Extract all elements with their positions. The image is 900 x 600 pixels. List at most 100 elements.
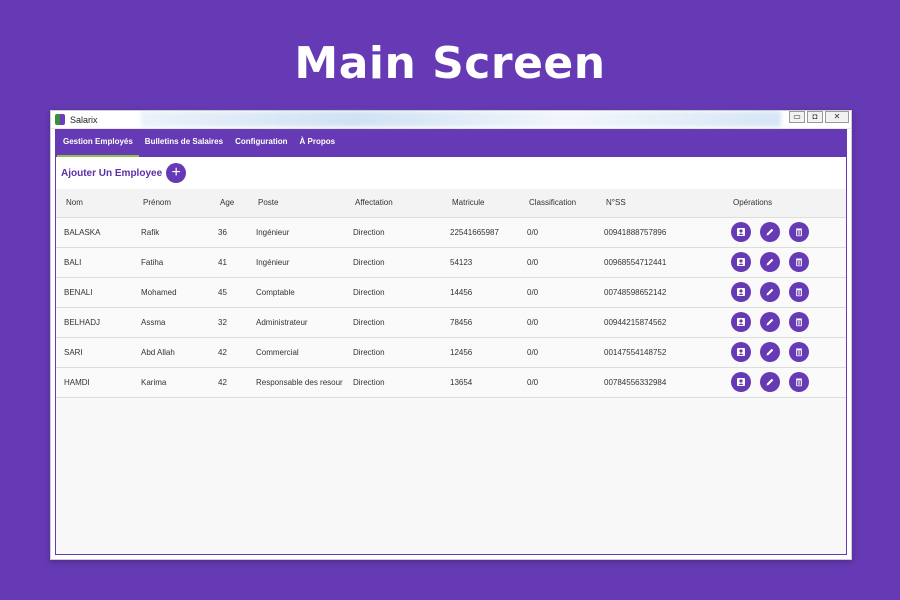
cell-matricule: 14456 — [442, 277, 519, 308]
delete-button[interactable] — [789, 222, 809, 242]
cell-nom: HAMDI — [56, 367, 133, 398]
cell-classification: 0/0 — [519, 247, 596, 278]
cell-prenom: Mohamed — [133, 277, 210, 308]
cell-prenom: Rafik — [133, 217, 210, 248]
cell-nom: BALASKA — [56, 217, 133, 248]
cell-poste: Commercial — [248, 337, 345, 368]
cell-poste: Responsable des resour — [248, 367, 345, 398]
cell-classification: 0/0 — [519, 337, 596, 368]
cell-matricule: 78456 — [442, 307, 519, 338]
column-header-poste[interactable]: Poste — [248, 189, 345, 218]
cell-nss: 00941888757896 — [596, 217, 723, 248]
cell-operations — [723, 277, 846, 308]
cell-affectation: Direction — [345, 337, 442, 368]
table-row[interactable]: BALI Fatiha 41 Ingénieur Direction 54123… — [56, 247, 846, 278]
profile-icon — [737, 258, 745, 266]
edit-icon — [766, 378, 774, 386]
cell-nom: BENALI — [56, 277, 133, 308]
cell-matricule: 54123 — [442, 247, 519, 278]
table-row[interactable]: SARI Abd Allah 42 Commercial Direction 1… — [56, 337, 846, 368]
delete-button[interactable] — [789, 282, 809, 302]
cell-classification: 0/0 — [519, 277, 596, 308]
edit-button[interactable] — [760, 252, 780, 272]
restore-button[interactable]: ◘ — [807, 111, 823, 123]
profile-icon — [737, 288, 745, 296]
view-profile-button[interactable] — [731, 282, 751, 302]
tab-gestion-employes[interactable]: Gestion Employés — [57, 129, 139, 157]
tab-configuration[interactable]: Configuration — [229, 129, 293, 157]
cell-nom: BALI — [56, 247, 133, 278]
view-profile-button[interactable] — [731, 342, 751, 362]
profile-icon — [737, 348, 745, 356]
cell-operations — [723, 307, 846, 338]
delete-button[interactable] — [789, 372, 809, 392]
column-header-prenom[interactable]: Prénom — [133, 189, 210, 218]
table-row[interactable]: BENALI Mohamed 45 Comptable Direction 14… — [56, 277, 846, 308]
tab-bulletins-de-salaires[interactable]: Bulletins de Salaires — [139, 129, 229, 157]
delete-button[interactable] — [789, 312, 809, 332]
cell-operations — [723, 247, 846, 278]
page-title: Main Screen — [294, 38, 606, 89]
view-profile-button[interactable] — [731, 372, 751, 392]
cell-nss: 00784556332984 — [596, 367, 723, 398]
cell-classification: 0/0 — [519, 217, 596, 248]
cell-age: 32 — [210, 307, 248, 338]
cell-prenom: Assma — [133, 307, 210, 338]
delete-button[interactable] — [789, 342, 809, 362]
delete-icon — [796, 258, 802, 267]
view-profile-button[interactable] — [731, 222, 751, 242]
column-header-nom[interactable]: Nom — [56, 189, 133, 218]
table-row[interactable]: BALASKA Rafik 36 Ingénieur Direction 225… — [56, 217, 846, 248]
add-employee-label[interactable]: Ajouter Un Employee — [61, 168, 162, 179]
cell-prenom: Abd Allah — [133, 337, 210, 368]
employees-panel: Ajouter Un Employee + Nom Prénom Age Pos… — [55, 157, 847, 555]
window-controls: ▭ ◘ ✕ — [789, 111, 849, 123]
employees-table-body: BALASKA Rafik 36 Ingénieur Direction 225… — [56, 217, 846, 398]
view-profile-button[interactable] — [731, 252, 751, 272]
add-employee-button[interactable]: + — [166, 163, 187, 183]
cell-age: 36 — [210, 217, 248, 248]
cell-matricule: 13654 — [442, 367, 519, 398]
cell-affectation: Direction — [345, 217, 442, 248]
edit-button[interactable] — [760, 372, 780, 392]
cell-operations — [723, 337, 846, 368]
minimize-button[interactable]: ▭ — [789, 111, 805, 123]
cell-matricule: 12456 — [442, 337, 519, 368]
column-header-affectation[interactable]: Affectation — [345, 189, 442, 218]
cell-age: 42 — [210, 337, 248, 368]
cell-matricule: 22541665987 — [442, 217, 519, 248]
edit-button[interactable] — [760, 282, 780, 302]
edit-button[interactable] — [760, 342, 780, 362]
cell-operations — [723, 217, 846, 248]
edit-button[interactable] — [760, 222, 780, 242]
delete-icon — [796, 348, 802, 357]
cell-nss: 00748598652142 — [596, 277, 723, 308]
column-header-matricule[interactable]: Matricule — [442, 189, 519, 218]
table-row[interactable]: BELHADJ Assma 32 Administrateur Directio… — [56, 307, 846, 338]
column-header-nss[interactable]: N°SS — [596, 189, 723, 218]
column-header-age[interactable]: Age — [210, 189, 248, 218]
main-nav: Gestion Employés Bulletins de Salaires C… — [55, 129, 847, 157]
delete-button[interactable] — [789, 252, 809, 272]
tab-a-propos[interactable]: À Propos — [294, 129, 342, 157]
employees-table: Nom Prénom Age Poste Affectation Matricu… — [56, 189, 846, 398]
profile-icon — [737, 318, 745, 326]
cell-poste: Administrateur — [248, 307, 345, 338]
table-row[interactable]: HAMDI Karima 42 Responsable des resour D… — [56, 367, 846, 398]
cell-nss: 00968554712441 — [596, 247, 723, 278]
edit-icon — [766, 348, 774, 356]
cell-nss: 00147554148752 — [596, 337, 723, 368]
edit-button[interactable] — [760, 312, 780, 332]
employees-toolbar: Ajouter Un Employee + — [56, 157, 846, 189]
table-header-row: Nom Prénom Age Poste Affectation Matricu… — [56, 189, 846, 218]
app-logo-icon — [55, 114, 65, 125]
view-profile-button[interactable] — [731, 312, 751, 332]
cell-age: 45 — [210, 277, 248, 308]
cell-poste: Ingénieur — [248, 217, 345, 248]
cell-nom: BELHADJ — [56, 307, 133, 338]
close-button[interactable]: ✕ — [825, 111, 849, 123]
cell-poste: Ingénieur — [248, 247, 345, 278]
column-header-classification[interactable]: Classification — [519, 189, 596, 218]
edit-icon — [766, 318, 774, 326]
edit-icon — [766, 258, 774, 266]
